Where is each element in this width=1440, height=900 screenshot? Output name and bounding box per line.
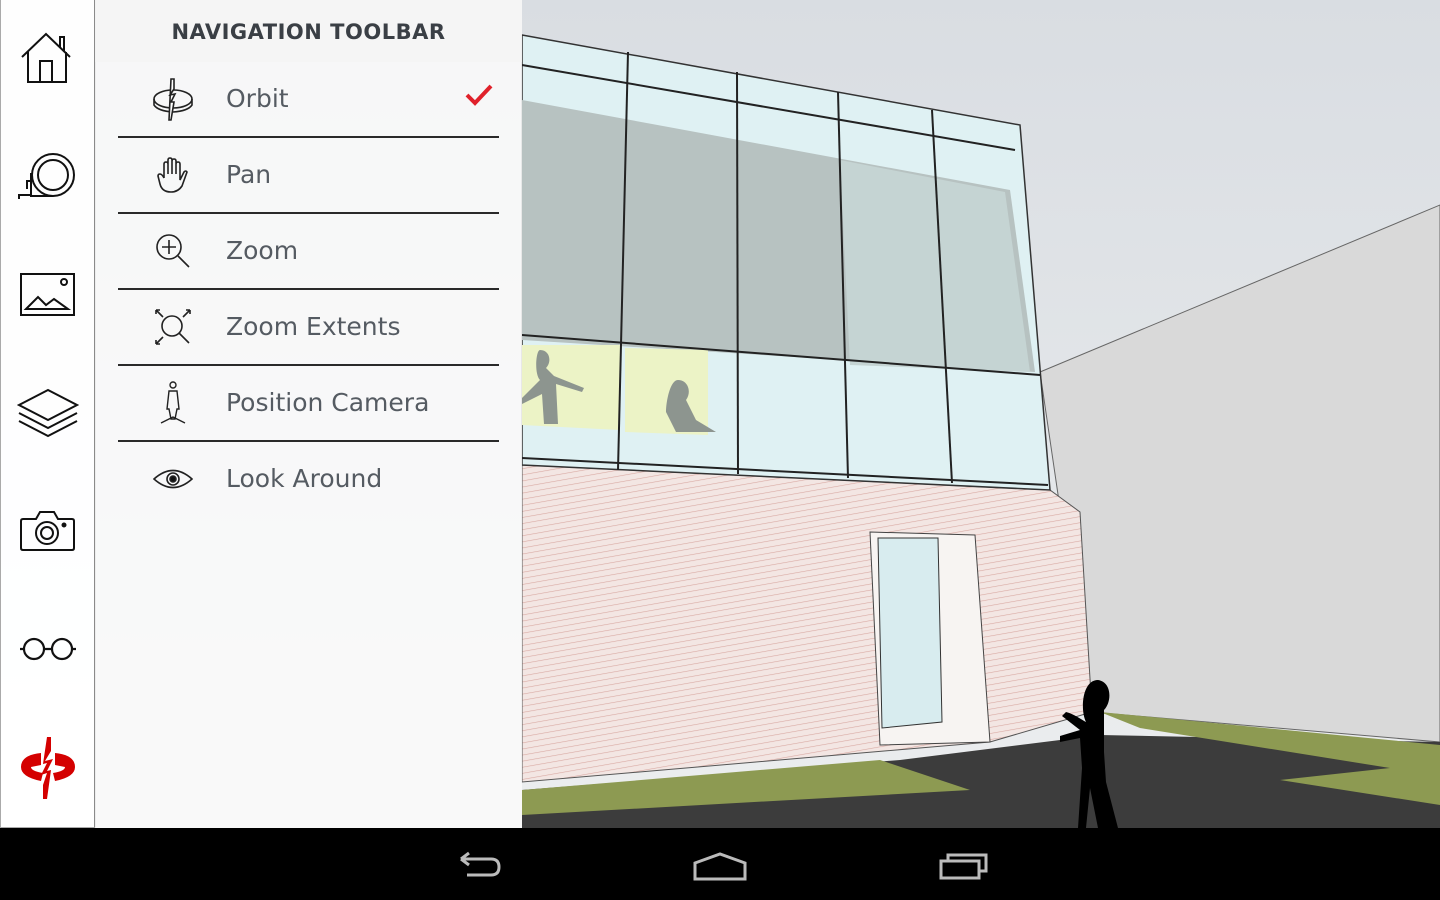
back-button[interactable]	[437, 846, 517, 886]
recents-icon	[939, 853, 988, 880]
orbit-icon	[142, 77, 204, 121]
navigation-toolbar-button[interactable]	[1, 708, 94, 826]
orbit-navigation-icon	[20, 737, 75, 799]
scenes-button[interactable]	[1, 236, 94, 354]
zoom-extents-icon	[142, 308, 204, 346]
hand-icon	[142, 156, 204, 194]
camera-icon	[19, 511, 75, 551]
back-icon	[460, 851, 501, 877]
layers-button[interactable]	[1, 354, 94, 472]
nav-item-label: Orbit	[226, 84, 289, 113]
glasses-icon	[19, 637, 76, 661]
nav-item-zoom[interactable]: Zoom	[118, 213, 499, 290]
tape-measure-icon	[17, 153, 75, 199]
home-button[interactable]	[1, 0, 94, 118]
home-icon	[20, 32, 71, 83]
nav-item-label: Look Around	[226, 464, 383, 493]
home-icon	[693, 852, 747, 881]
nav-item-label: Zoom Extents	[226, 312, 401, 341]
main-toolbar	[0, 0, 96, 828]
system-navigation-bar	[0, 828, 1440, 900]
recents-button[interactable]	[924, 846, 1004, 886]
nav-item-orbit[interactable]: Orbit	[118, 61, 499, 138]
nav-item-zoom-extents[interactable]: Zoom Extents	[118, 289, 499, 366]
nav-item-pan[interactable]: Pan	[118, 137, 499, 214]
nav-item-look-around[interactable]: Look Around	[118, 441, 499, 516]
navigation-toolbar-panel: NAVIGATION TOOLBAR Orbit Pan Zoom Zoom E…	[95, 0, 522, 828]
nav-item-label: Zoom	[226, 236, 299, 265]
zoom-in-icon	[142, 233, 204, 269]
eye-icon	[142, 468, 204, 490]
glasses-button[interactable]	[1, 590, 94, 708]
nav-item-label: Position Camera	[226, 388, 430, 417]
checkmark-icon	[465, 84, 493, 106]
home-system-button[interactable]	[680, 846, 760, 886]
panel-title: NAVIGATION TOOLBAR	[95, 0, 522, 62]
layers-icon	[16, 388, 79, 438]
scenes-image-icon	[19, 273, 75, 316]
nav-item-position-camera[interactable]: Position Camera	[118, 365, 499, 442]
nav-item-label: Pan	[226, 160, 272, 189]
position-camera-icon	[142, 380, 204, 425]
tape-measure-button[interactable]	[1, 118, 94, 236]
camera-button[interactable]	[1, 472, 94, 590]
